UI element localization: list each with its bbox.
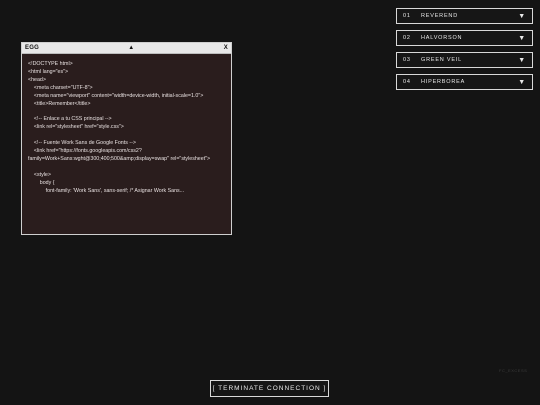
code-line: font-family: 'Work Sans', sans-serif; /*… [28, 187, 185, 194]
menu-item-number: 03 [403, 57, 411, 63]
menu-item-hiperborea[interactable]: 04 HIPERBOREA ▼ [396, 74, 533, 90]
menu-item-green-veil[interactable]: 03 GREEN VEIL ▼ [396, 52, 533, 68]
chevron-down-icon[interactable]: ▼ [518, 79, 526, 86]
side-menu: 01 REVEREND ▼ 02 HALVORSON ▼ 03 GREEN VE… [396, 8, 533, 96]
code-window[interactable]: EGG ▲ X <!DOCTYPE html> <html lang="es">… [21, 42, 232, 235]
code-line: body { [28, 179, 55, 186]
code-content: <!DOCTYPE html> <html lang="es"> <head> … [22, 54, 231, 195]
chevron-down-icon[interactable]: ▼ [518, 57, 526, 64]
menu-item-number: 02 [403, 35, 411, 41]
chevron-down-icon[interactable]: ▼ [518, 35, 526, 42]
chevron-down-icon[interactable]: ▼ [518, 13, 526, 20]
code-line: <meta charset="UTF-8"> [28, 84, 93, 91]
code-line: <!-- Enlace a tu CSS principal --> [28, 116, 112, 123]
code-line: <meta name="viewport" content="width=dev… [28, 92, 204, 99]
menu-item-label: GREEN VEIL [421, 57, 463, 63]
code-line: <link href="https://fonts.googleapis.com… [28, 147, 211, 162]
menu-item-number: 01 [403, 13, 411, 19]
window-title: EGG [25, 45, 39, 51]
terminate-connection-button[interactable]: [ TERMINATE CONNECTION ] [210, 380, 329, 397]
menu-item-label: REVEREND [421, 13, 458, 19]
menu-item-halvorson[interactable]: 02 HALVORSON ▼ [396, 30, 533, 46]
menu-item-reverend[interactable]: 01 REVEREND ▼ [396, 8, 533, 24]
code-line: <html lang="es"> [28, 68, 69, 75]
collapse-icon[interactable]: ▲ [128, 43, 134, 53]
code-line: <style> [28, 171, 51, 178]
menu-item-number: 04 [403, 79, 411, 85]
watermark: FC_EXCESS [499, 368, 528, 373]
code-line: <!DOCTYPE html> [28, 61, 73, 67]
code-line: <title>Remember</title> [28, 100, 91, 107]
code-line: <!-- Fuente Work Sans de Google Fonts --… [28, 140, 136, 147]
menu-item-label: HALVORSON [421, 35, 463, 41]
close-button[interactable]: X [224, 43, 228, 53]
code-line: <link rel="stylesheet" href="style.css"> [28, 124, 124, 131]
window-titlebar[interactable]: EGG ▲ X [22, 43, 231, 54]
code-line: <head> [28, 76, 46, 83]
menu-item-label: HIPERBOREA [421, 79, 466, 85]
